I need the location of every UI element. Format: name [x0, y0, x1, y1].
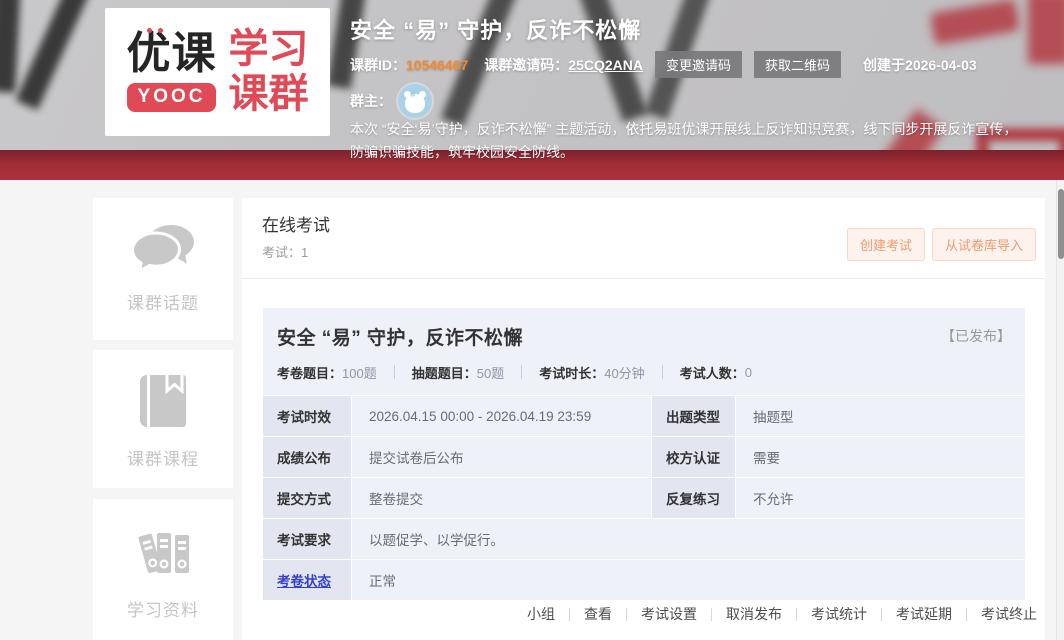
exam-stats-row: 考卷题目：100题 抽题题目：50题 考试时长：40分钟 考试人数：0 [277, 363, 1025, 381]
logo-yooc-pill: YOOC [127, 83, 217, 112]
stat-value: 0 [745, 365, 752, 380]
logo-cn-text: 优课 [127, 32, 217, 76]
scrollbar-thumb[interactable] [1058, 189, 1064, 259]
sidebar-item-label: 课群话题 [127, 289, 199, 314]
action-separator [569, 608, 570, 621]
course-group-title: 安全 “易” 守护，反诈不松懈 [350, 13, 641, 45]
chat-bubbles-icon [131, 224, 195, 274]
book-icon [135, 372, 191, 430]
change-invite-code-button[interactable]: 变更邀请码 [655, 51, 742, 78]
create-exam-button[interactable]: 创建考试 [847, 228, 925, 261]
invite-code-link[interactable]: 25CQ2ANA [568, 57, 643, 73]
avatar-mark-icon: × [410, 90, 415, 99]
sidebar-item-materials[interactable]: 学习资料 [93, 499, 233, 640]
detail-value: 提交试卷后公布 [352, 437, 651, 477]
action-separator [626, 608, 627, 621]
course-group-banner: 优课 YOOC 学习 课群 安全 “易” 守护，反诈不松懈 课群ID：10546… [0, 0, 1064, 180]
action-separator [796, 608, 797, 621]
detail-value: 抽题型 [736, 396, 1025, 436]
get-qrcode-button[interactable]: 获取二维码 [754, 51, 841, 78]
invite-code-label: 课群邀请码： [484, 55, 568, 75]
action-unpublish[interactable]: 取消发布 [726, 604, 782, 624]
sidebar-item-courses[interactable]: 课群课程 [93, 350, 233, 488]
detail-label: 校方认证 [652, 437, 735, 477]
sidebar-item-label: 学习资料 [127, 596, 199, 621]
description-line-2: 防骗识骗技能，筑牢校园安全防线。 [350, 141, 1064, 164]
exam-status-badge: 【已发布】 [941, 323, 1011, 346]
logo-line1: 学习 [229, 27, 309, 72]
detail-value: 2026.04.15 00:00 - 2026.04.19 23:59 [352, 396, 651, 436]
exam-title: 安全 “易” 守护，反诈不松懈 [277, 323, 523, 350]
detail-value: 以题促学、以学促行。 [352, 519, 1025, 559]
detail-value: 不允许 [736, 478, 1025, 518]
binders-icon [132, 525, 194, 581]
stat-value: 50题 [477, 363, 504, 382]
action-group[interactable]: 小组 [527, 604, 555, 624]
sidebar-item-label: 课群课程 [127, 445, 199, 470]
detail-label: 提交方式 [263, 478, 351, 518]
exam-detail-table: 考试时效 2026.04.15 00:00 - 2026.04.19 23:59… [263, 395, 1025, 600]
action-exam-settings[interactable]: 考试设置 [641, 604, 697, 624]
group-id-label: 课群ID： [350, 55, 406, 75]
description-line-1: 本次 “安全‘易’守护，反诈不松懈” 主题活动，依托易班优课开展线上反诈知识竞赛… [350, 118, 1064, 141]
exam-card: 安全 “易” 守护，反诈不松懈 【已发布】 考卷题目：100题 抽题题目：50题… [263, 308, 1025, 600]
online-exam-panel: 在线考试 考试：1 创建考试 从试卷库导入 安全 “易” 守护，反诈不松懈 【已… [242, 198, 1045, 640]
logo-right: 学习 课群 [229, 27, 309, 117]
logo-red-dots-icon [147, 28, 163, 33]
action-separator [881, 608, 882, 621]
banner-decor-stroke [16, 0, 93, 110]
course-group-description: 本次 “安全‘易’守护，反诈不松懈” 主题活动，依托易班优课开展线上反诈知识竞赛… [350, 118, 1064, 164]
action-exam-terminate[interactable]: 考试终止 [981, 604, 1037, 624]
detail-label: 反复练习 [652, 478, 735, 518]
action-separator [711, 608, 712, 621]
stat-value: 40分钟 [604, 363, 644, 382]
owner-label: 群主： [350, 91, 392, 111]
import-from-bank-button[interactable]: 从试卷库导入 [932, 228, 1036, 261]
section-title: 在线考试 [262, 211, 330, 236]
stat-separator [521, 365, 522, 379]
group-id-value: 10546467 [406, 57, 468, 73]
course-group-meta: 课群ID：10546467 课群邀请码：25CQ2ANA 变更邀请码 获取二维码… [350, 51, 977, 78]
stat-label: 考卷题目： [277, 363, 342, 382]
detail-label: 考试时效 [263, 396, 351, 436]
sidebar: 课群话题 课群课程 学习资料 [93, 198, 233, 640]
detail-value: 需要 [736, 437, 1025, 477]
panel-divider [242, 278, 1045, 279]
stat-separator [394, 365, 395, 379]
detail-label: 考试要求 [263, 519, 351, 559]
exam-actions-row: 小组 查看 考试设置 取消发布 考试统计 考试延期 考试终止 [527, 604, 1037, 624]
logo-line2: 课群 [229, 72, 309, 117]
sidebar-item-topics[interactable]: 课群话题 [93, 198, 233, 340]
detail-value: 正常 [352, 560, 1025, 600]
detail-label: 出题类型 [652, 396, 735, 436]
stat-label: 考试人数： [680, 363, 745, 382]
detail-value: 整卷提交 [352, 478, 651, 518]
stat-value: 100题 [342, 363, 377, 382]
banner-decor-stroke [0, 0, 21, 93]
detail-label: 成绩公布 [263, 437, 351, 477]
group-owner-row: 群主： × [350, 84, 432, 118]
action-exam-statistics[interactable]: 考试统计 [811, 604, 867, 624]
created-date: 创建于2026-04-03 [863, 55, 977, 75]
logo-left: 优课 YOOC [127, 32, 217, 112]
action-exam-extend[interactable]: 考试延期 [896, 604, 952, 624]
action-separator [966, 608, 967, 621]
exam-count: 考试：1 [262, 242, 308, 261]
stat-separator [662, 365, 663, 379]
owner-avatar[interactable]: × [398, 84, 432, 118]
action-view[interactable]: 查看 [584, 604, 612, 624]
banner-decor-red [1028, 0, 1064, 64]
scrollbar-track[interactable] [1056, 180, 1064, 640]
exam-card-head: 安全 “易” 守护，反诈不松懈 【已发布】 [263, 308, 1025, 350]
stat-label: 抽题题目： [412, 363, 477, 382]
stat-label: 考试时长： [539, 363, 604, 382]
banner-decor-red [930, 0, 1020, 45]
exam-paper-status-link[interactable]: 考卷状态 [277, 570, 331, 590]
yooc-logo: 优课 YOOC 学习 课群 [105, 8, 330, 136]
